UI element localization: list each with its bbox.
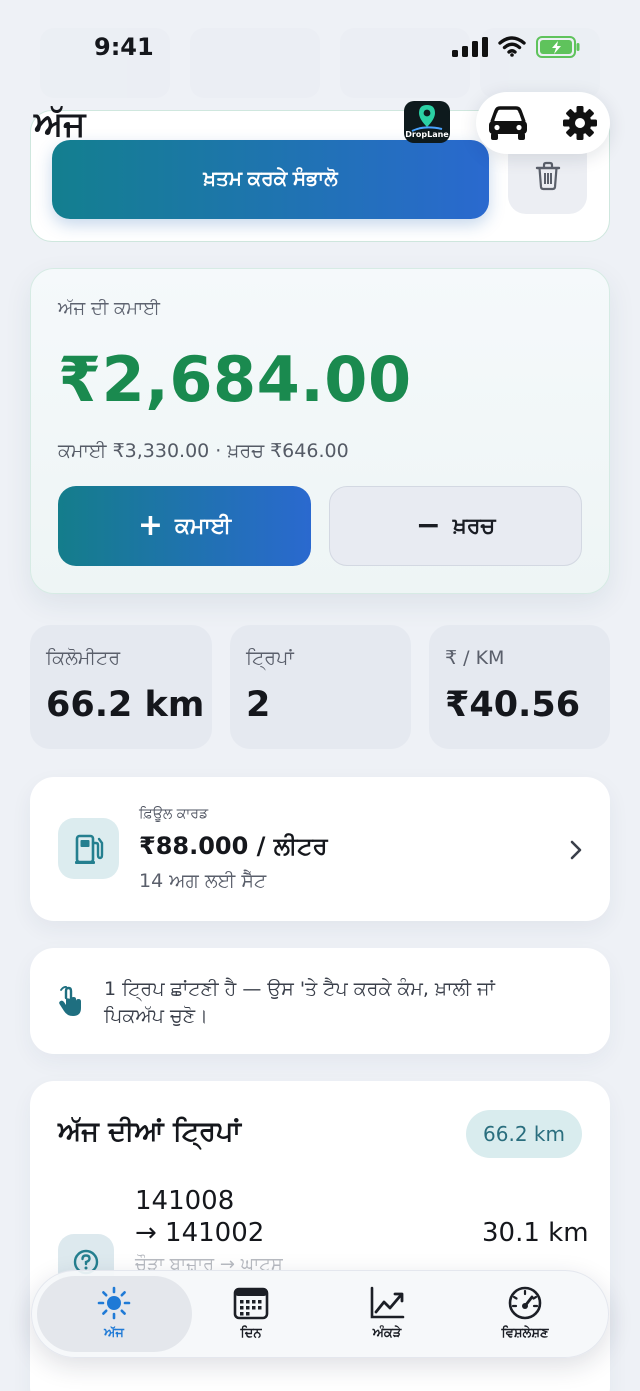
stat-value: 66.2 km xyxy=(46,685,205,725)
finish-and-save-button[interactable]: ਖ਼ਤਮ ਕਰਕੇ ਸੰਭਾਲੋ xyxy=(52,140,489,219)
stat-trips: ਟ੍ਰਿਪਾਂ 2 xyxy=(230,625,411,749)
stat-value: ₹40.56 xyxy=(445,685,581,725)
fuel-price: ₹88.000 / ਲੀਟਰ xyxy=(139,832,328,860)
add-expense-label: ਖ਼ਰਚ xyxy=(452,513,496,539)
status-time: 9:41 xyxy=(94,33,154,61)
status-bar: 9:41 xyxy=(0,0,640,96)
fuel-set-date: 14 ਅਗ ਲਈ ਸੈੱਟ xyxy=(139,870,267,892)
car-icon[interactable] xyxy=(486,104,530,142)
settings-gear-icon[interactable] xyxy=(562,105,598,141)
earnings-breakdown: ਕਮਾਈ ₹3,330.00 · ਖ਼ਰਚ ₹646.00 xyxy=(58,440,349,462)
stat-label: ₹ / KM xyxy=(445,647,505,669)
stat-value: 2 xyxy=(246,685,271,725)
stat-label: ਟ੍ਰਿਪਾਂ xyxy=(246,647,294,669)
screen: 9:41 ਖ਼ਤਮ ਕਰਕੇ ਸੰਭਾਲੋ ਅੱਜ DropLane ਅੱਜ ਦ… xyxy=(0,0,640,1391)
add-expense-button[interactable]: − ਖ਼ਰਚ xyxy=(329,486,582,566)
nav-label: ਅੱਜ xyxy=(104,1326,124,1341)
plus-icon: + xyxy=(137,508,163,543)
fuel-card-label: ਫ਼ਿਊਲ ਕਾਰਡ xyxy=(139,806,209,822)
trips-section-title: ਅੱਜ ਦੀਆਂ ਟ੍ਰਿਪਾਂ xyxy=(58,1116,241,1147)
cellular-signal-icon xyxy=(452,37,488,57)
trash-icon xyxy=(535,161,560,191)
trip-distance: 30.1 km xyxy=(482,1218,589,1248)
net-earnings-amount: ₹2,684.00 xyxy=(58,343,412,416)
nav-item-days[interactable]: ਦਿਨ xyxy=(191,1284,311,1346)
nav-item-today[interactable]: ਅੱਜ xyxy=(54,1284,174,1346)
wifi-icon xyxy=(498,36,526,57)
minus-icon: − xyxy=(415,508,441,543)
tap-hand-icon xyxy=(59,986,81,1016)
chevron-right-icon xyxy=(570,840,582,860)
nav-label: ਅੰਕੜੇ xyxy=(372,1326,402,1341)
nav-label: ਦਿਨ xyxy=(240,1326,262,1341)
nav-label: ਵਿਸ਼ਲੇਸ਼ਣ xyxy=(501,1326,549,1341)
trip-from-pincode[interactable]: 141008 xyxy=(135,1186,234,1216)
app-logo: DropLane xyxy=(404,101,450,143)
earnings-label: ਅੱਜ ਦੀ ਕਮਾਈ xyxy=(58,298,160,319)
logo-text: DropLane xyxy=(405,130,449,139)
stat-rupees-per-km: ₹ / KM ₹40.56 xyxy=(429,625,610,749)
add-earning-label: ਕਮਾਈ xyxy=(174,513,232,539)
nav-item-stats[interactable]: ਅੰਕੜੇ xyxy=(327,1284,447,1346)
page-title: ਅੱਜ xyxy=(34,104,86,144)
trip-to-pincode[interactable]: → 141002 xyxy=(135,1218,264,1248)
calendar-icon xyxy=(233,1287,269,1320)
battery-charging-icon xyxy=(536,36,580,58)
fuel-card-icon-box xyxy=(58,818,119,879)
nav-item-analysis[interactable]: ਵਿਸ਼ਲੇਸ਼ਣ xyxy=(465,1284,585,1346)
stat-kilometers: ਕਿਲੋਮੀਟਰ 66.2 km xyxy=(30,625,212,749)
stat-label: ਕਿਲੋਮੀਟਰ xyxy=(46,647,121,669)
header-actions xyxy=(476,92,610,154)
trips-total-distance-badge: 66.2 km xyxy=(466,1110,582,1158)
trip-sort-hint-text: 1 ਟ੍ਰਿਪ ਛਾਂਟਣੀ ਹੈ — ਉਸ 'ਤੇ ਟੈਪ ਕਰਕੇ ਕੰਮ,… xyxy=(104,978,495,1027)
speedometer-icon xyxy=(508,1286,542,1320)
fuel-pump-icon xyxy=(74,834,103,864)
add-earning-button[interactable]: + ਕਮਾਈ xyxy=(58,486,311,566)
chart-icon xyxy=(370,1286,405,1319)
sun-icon xyxy=(97,1286,131,1320)
